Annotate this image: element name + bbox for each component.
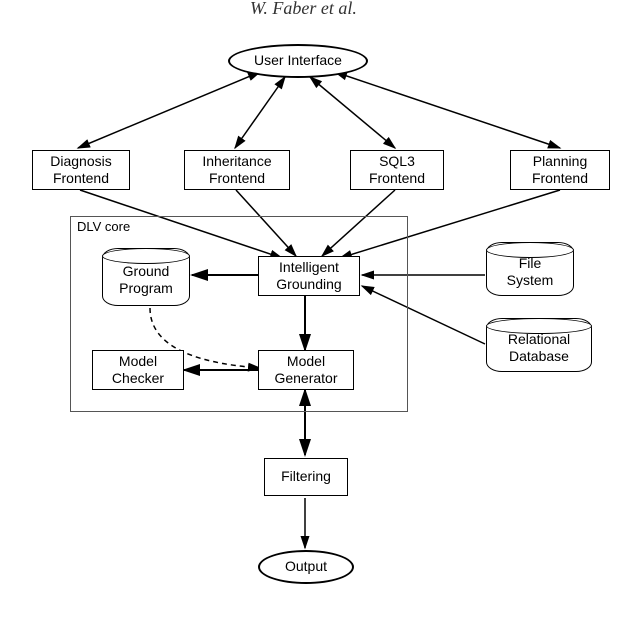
diagnosis-frontend-node: Diagnosis Frontend: [32, 150, 130, 190]
relational-database-node: Relational Database: [486, 318, 592, 372]
model-generator-node: Model Generator: [258, 350, 354, 390]
file-system-node: File System: [486, 242, 574, 296]
sql3-frontend-node: SQL3 Frontend: [350, 150, 444, 190]
output-node: Output: [258, 550, 354, 584]
ground-program-node: Ground Program: [102, 248, 190, 306]
inheritance-frontend-node: Inheritance Frontend: [184, 150, 290, 190]
model-checker-node: Model Checker: [92, 350, 184, 390]
dlv-core-label: DLV core: [77, 219, 130, 234]
page-header: W. Faber et al.: [250, 0, 357, 19]
planning-frontend-node: Planning Frontend: [510, 150, 610, 190]
intelligent-grounding-node: Intelligent Grounding: [258, 256, 360, 296]
user-interface-node: User Interface: [228, 44, 368, 78]
filtering-node: Filtering: [264, 458, 348, 496]
